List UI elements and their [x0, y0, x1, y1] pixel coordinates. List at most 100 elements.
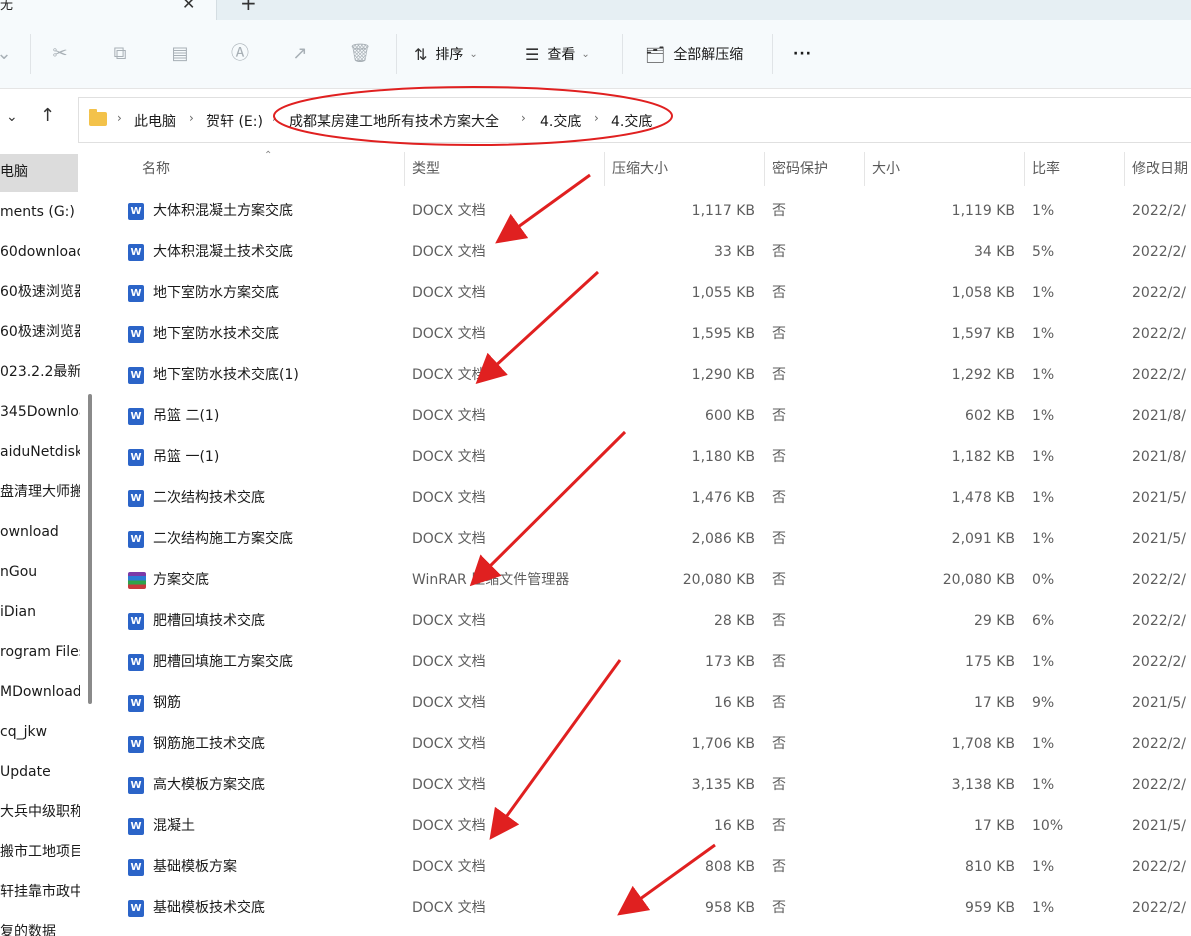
table-row[interactable]: 方案交底 WinRAR 压缩文件管理器 20,080 KB 否 20,080 KB 0% 2… — [100, 560, 1191, 601]
table-row[interactable]: W 吊篮 二(1) DOCX 文档 600 KB 否 602 KB 1% 2021/8/ — [100, 396, 1191, 437]
file-modified-date: 2021/8/ — [1132, 408, 1186, 424]
file-ratio: 1% — [1032, 326, 1055, 342]
sidebar-item[interactable]: 轩挂靠市政中 — [0, 872, 80, 912]
sidebar-item[interactable]: 大兵中级职称 — [0, 792, 80, 832]
sidebar-item[interactable]: iDian — [0, 592, 80, 632]
sidebar-item[interactable]: 复的数据 — [0, 912, 80, 936]
file-size: 17 KB — [973, 818, 1015, 834]
sidebar-item[interactable]: aiduNetdisk — [0, 432, 80, 472]
share-icon[interactable]: ↗ — [288, 42, 312, 66]
tab-current[interactable]: 无 ✕ — [0, 0, 217, 20]
sidebar-item[interactable]: MDownload — [0, 672, 80, 712]
file-name: 高大模板方案交底 — [153, 777, 265, 793]
delete-icon[interactable]: 🗑 — [348, 42, 372, 66]
sidebar-item[interactable]: ownload — [0, 512, 80, 552]
sidebar-item[interactable]: 60极速浏览器 — [0, 312, 80, 352]
sidebar-item[interactable]: 盘清理大师搬 — [0, 472, 80, 512]
breadcrumb-folder[interactable]: 成都某房建工地所有技术方案大全 — [289, 111, 499, 131]
breadcrumb-subfolder[interactable]: 4.交底 — [540, 111, 581, 131]
table-row[interactable]: W 基础模板技术交底 DOCX 文档 958 KB 否 959 KB 1% 2022/2/ — [100, 888, 1191, 929]
file-name: 大体积混凝土技术交底 — [153, 244, 293, 260]
file-type: DOCX 文档 — [412, 490, 486, 506]
column-header-password[interactable]: 密码保护 — [772, 152, 828, 186]
column-header-size[interactable]: 大小 — [872, 152, 900, 186]
table-row[interactable]: W 钢筋施工技术交底 DOCX 文档 1,706 KB 否 1,708 KB 1% 2022/… — [100, 724, 1191, 765]
file-compressed-size: 16 KB — [713, 818, 755, 834]
chevron-down-icon[interactable]: ⌄ — [0, 42, 16, 66]
rename-icon[interactable]: Ⓐ — [228, 42, 252, 66]
table-row[interactable]: W 混凝土 DOCX 文档 16 KB 否 17 KB 10% 2021/5/ — [100, 806, 1191, 847]
chevron-down-icon[interactable]: ⌄ — [6, 109, 18, 125]
column-header-type[interactable]: 类型 — [412, 152, 440, 186]
table-row[interactable]: W 大体积混凝土技术交底 DOCX 文档 33 KB 否 34 KB 5% 2022/2/ — [100, 232, 1191, 273]
file-size: 1,292 KB — [951, 367, 1015, 383]
table-row[interactable]: W 肥槽回填施工方案交底 DOCX 文档 173 KB 否 175 KB 1% 2022/2/ — [100, 642, 1191, 683]
file-size: 1,182 KB — [951, 449, 1015, 465]
sidebar-item[interactable]: 60download — [0, 232, 80, 272]
table-row[interactable]: W 地下室防水技术交底(1) DOCX 文档 1,290 KB 否 1,292 KB 1% 2… — [100, 355, 1191, 396]
copy-icon[interactable]: ⧉ — [108, 42, 132, 66]
address-bar[interactable]: › 此电脑 › 贺轩 (E:) › 成都某房建工地所有技术方案大全 › 4.交底… — [78, 97, 1191, 143]
sidebar-item[interactable]: 60极速浏览器 — [0, 272, 80, 312]
extract-folder-icon: 🗂 — [645, 44, 666, 64]
sort-button[interactable]: ⇅ 排序 ⌄ — [414, 40, 478, 68]
sidebar-item[interactable]: 电脑 — [0, 152, 80, 192]
sidebar-item[interactable]: 搬市工地项目 — [0, 832, 80, 872]
column-divider[interactable] — [1124, 152, 1125, 186]
sidebar-item[interactable]: Update — [0, 752, 80, 792]
table-row[interactable]: W 肥槽回填技术交底 DOCX 文档 28 KB 否 29 KB 6% 2022/2/ — [100, 601, 1191, 642]
file-modified-date: 2022/2/ — [1132, 900, 1186, 916]
file-password-protected: 否 — [772, 367, 786, 383]
breadcrumb-this-pc[interactable]: 此电脑 — [134, 111, 176, 131]
file-password-protected: 否 — [772, 408, 786, 424]
column-divider[interactable] — [1024, 152, 1025, 186]
close-icon[interactable]: ✕ — [182, 0, 195, 13]
sidebar-item[interactable]: nGou — [0, 552, 80, 592]
extract-all-button[interactable]: 🗂 全部解压缩 — [645, 40, 743, 68]
column-header-name[interactable]: 名称 — [142, 152, 170, 186]
new-tab-icon[interactable]: + — [240, 0, 257, 15]
sort-up-icon: ⌃ — [264, 150, 273, 161]
up-arrow-icon[interactable]: ↑ — [40, 105, 55, 126]
file-size: 2,091 KB — [951, 531, 1015, 547]
breadcrumb-drive[interactable]: 贺轩 (E:) — [206, 111, 263, 131]
table-row[interactable]: W 二次结构施工方案交底 DOCX 文档 2,086 KB 否 2,091 KB 1% 202… — [100, 519, 1191, 560]
file-modified-date: 2021/5/ — [1132, 818, 1186, 834]
column-header-ratio[interactable]: 比率 — [1032, 152, 1060, 186]
sidebar-item[interactable]: 023.2.2最新资 — [0, 352, 80, 392]
table-row[interactable]: W 地下室防水技术交底 DOCX 文档 1,595 KB 否 1,597 KB 1% 2022… — [100, 314, 1191, 355]
paste-icon[interactable]: ▤ — [168, 42, 192, 66]
cut-icon[interactable]: ✂ — [48, 42, 72, 66]
file-password-protected: 否 — [772, 490, 786, 506]
breadcrumb-archive[interactable]: 4.交底 — [611, 111, 652, 131]
sidebar-item[interactable]: cq_jkw — [0, 712, 80, 752]
file-ratio: 0% — [1032, 572, 1055, 588]
table-row[interactable]: W 吊篮 一(1) DOCX 文档 1,180 KB 否 1,182 KB 1% 2021/8… — [100, 437, 1191, 478]
file-ratio: 1% — [1032, 367, 1055, 383]
file-compressed-size: 1,476 KB — [691, 490, 755, 506]
word-document-icon: W — [128, 367, 144, 384]
sidebar-scrollbar[interactable] — [88, 394, 92, 704]
table-row[interactable]: W 二次结构技术交底 DOCX 文档 1,476 KB 否 1,478 KB 1% 2021/… — [100, 478, 1191, 519]
column-header-compressed[interactable]: 压缩大小 — [612, 152, 668, 186]
file-type: DOCX 文档 — [412, 449, 486, 465]
column-divider[interactable] — [604, 152, 605, 186]
table-row[interactable]: W 地下室防水方案交底 DOCX 文档 1,055 KB 否 1,058 KB 1% 2022… — [100, 273, 1191, 314]
column-divider[interactable] — [404, 152, 405, 186]
view-button[interactable]: ☰ 查看 ⌄ — [525, 40, 590, 68]
table-row[interactable]: W 钢筋 DOCX 文档 16 KB 否 17 KB 9% 2021/5/ — [100, 683, 1191, 724]
column-divider[interactable] — [864, 152, 865, 186]
sidebar-item[interactable]: 345Download — [0, 392, 80, 432]
table-row[interactable]: W 大体积混凝土方案交底 DOCX 文档 1,117 KB 否 1,119 KB 1% 202… — [100, 191, 1191, 232]
file-modified-date: 2022/2/ — [1132, 285, 1186, 301]
sidebar-item[interactable]: ments (G:) — [0, 192, 80, 232]
column-header-modified[interactable]: 修改日期 — [1132, 152, 1188, 186]
more-options-button[interactable]: ··· — [793, 40, 812, 68]
file-ratio: 1% — [1032, 777, 1055, 793]
column-divider[interactable] — [764, 152, 765, 186]
table-row[interactable]: W 基础模板方案 DOCX 文档 808 KB 否 810 KB 1% 2022/2/ — [100, 847, 1191, 888]
sidebar-item[interactable]: rogram Files — [0, 632, 80, 672]
table-row[interactable]: W 高大模板方案交底 DOCX 文档 3,135 KB 否 3,138 KB 1% 2022/… — [100, 765, 1191, 806]
file-compressed-size: 808 KB — [705, 859, 755, 875]
file-name: 吊篮 一(1) — [153, 449, 220, 465]
